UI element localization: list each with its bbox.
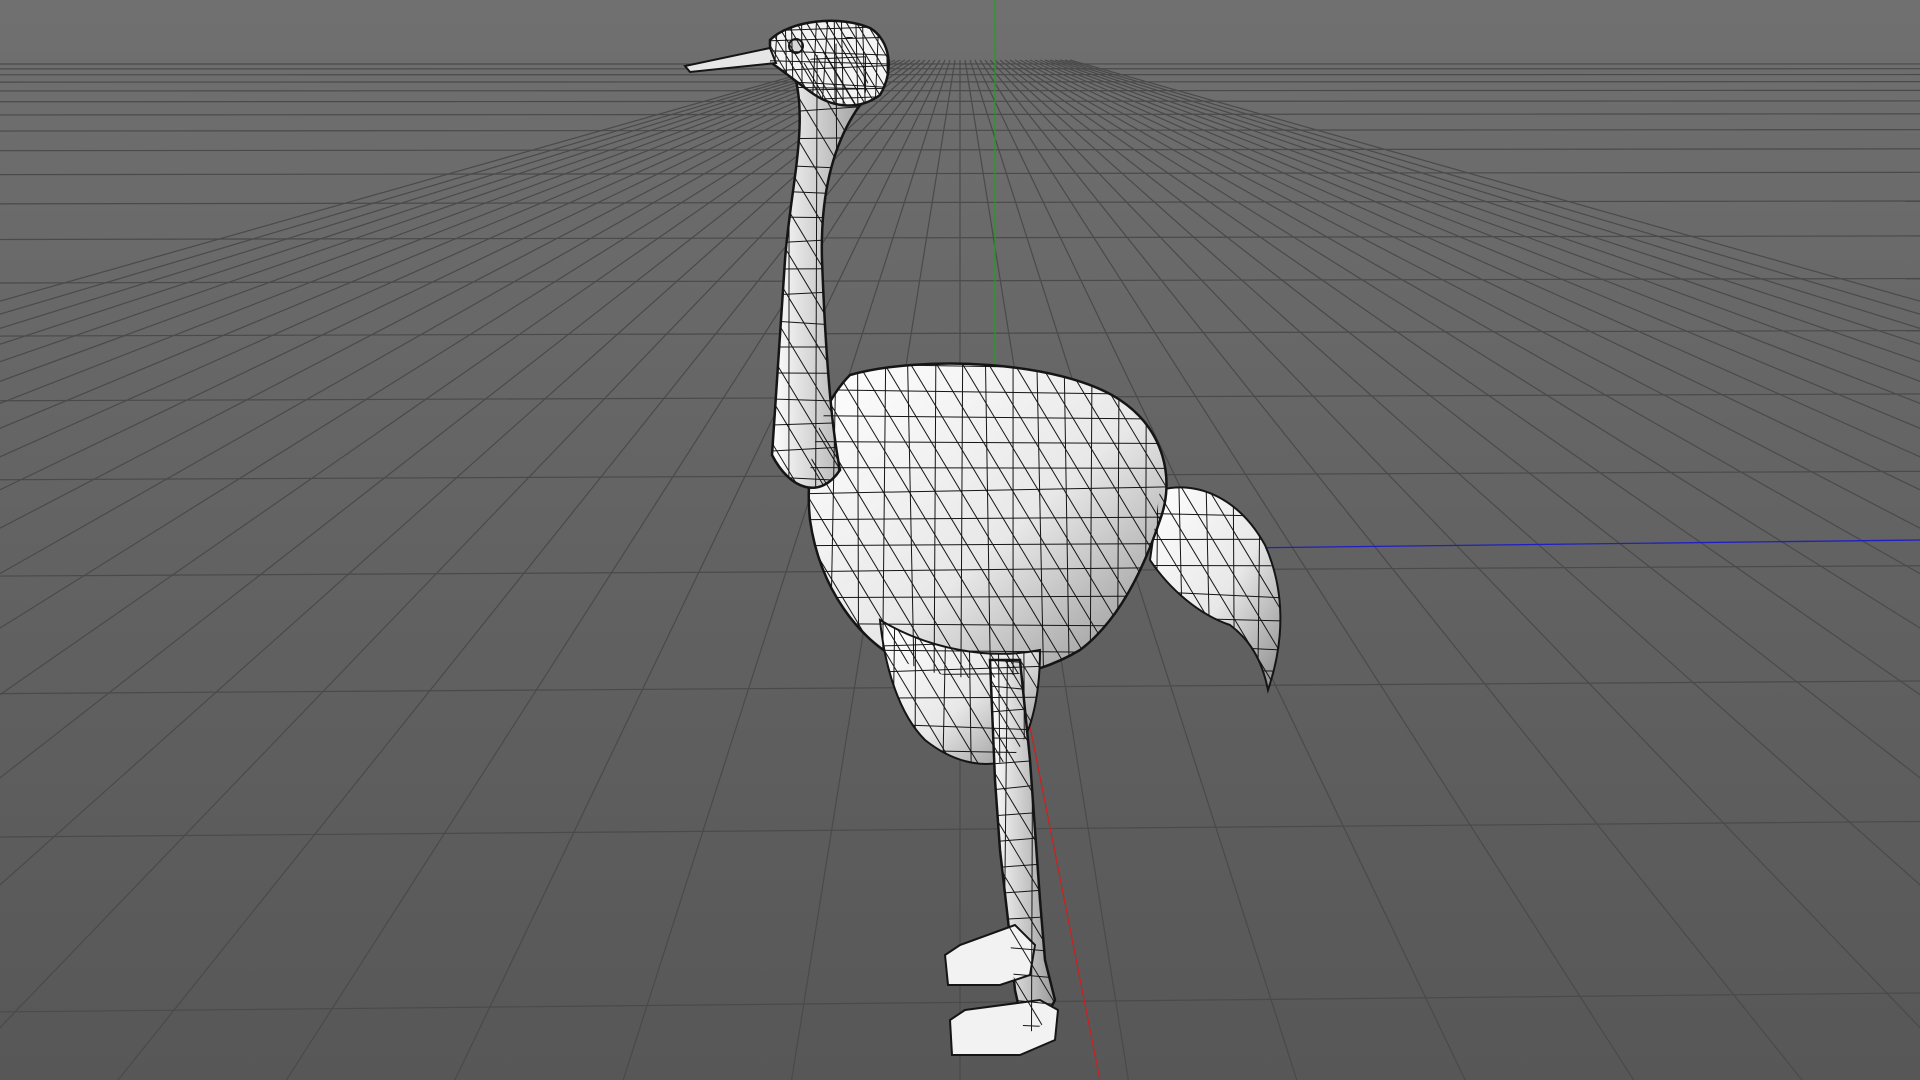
leg-wire xyxy=(990,660,1055,1035)
grid-line xyxy=(0,59,901,529)
viewport-canvas[interactable] xyxy=(0,0,1920,1080)
z-axis-line xyxy=(1239,539,1920,549)
3d-viewport[interactable] xyxy=(0,0,1920,1080)
grid-line xyxy=(0,59,896,491)
grid-line xyxy=(0,59,851,302)
grid-line xyxy=(0,89,1920,92)
ostrich-tail[interactable] xyxy=(1148,486,1282,694)
grid-line xyxy=(0,59,886,429)
grid-line xyxy=(0,59,871,363)
grid-line xyxy=(0,100,1920,103)
ostrich-foot-lower[interactable] xyxy=(948,998,1060,1056)
grid-line xyxy=(0,59,906,575)
grid-line xyxy=(0,59,876,382)
grid-line xyxy=(0,59,866,345)
ostrich-foot-upper[interactable] xyxy=(943,923,1037,986)
grid-line xyxy=(0,59,891,458)
grid-line xyxy=(0,129,1920,132)
grid-line xyxy=(0,59,911,629)
grid-line xyxy=(0,113,1920,116)
